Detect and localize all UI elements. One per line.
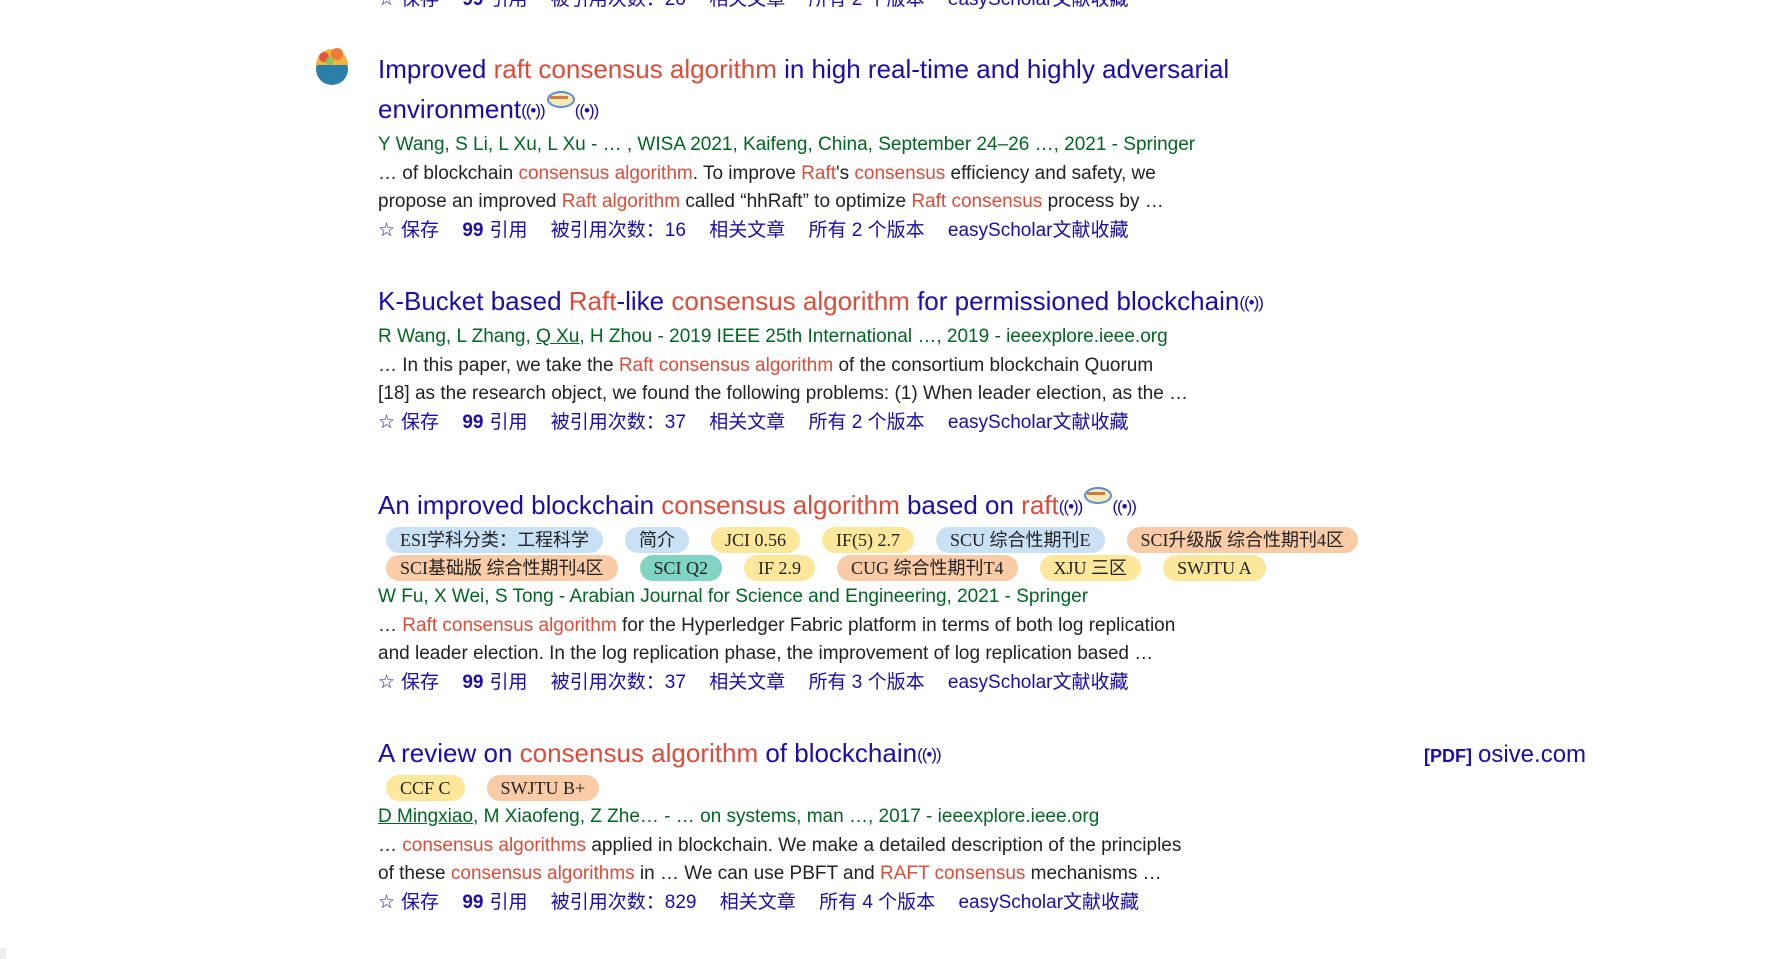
cited-by-link[interactable]: 被引用次数：37	[551, 672, 686, 693]
radio-icon[interactable]: ((•))	[1112, 488, 1137, 526]
journal-badges: ESI学科分类：工程科学 简介 JCI 0.56 IF(5) 2.7 SCU 综合性期刊…	[378, 526, 1608, 582]
result-snippet: … of blockchain consensus algorithm. To …	[378, 163, 1164, 212]
save-button[interactable]: ☆保存	[378, 672, 439, 693]
journal-badges: CCF C SWJTU B+	[378, 774, 1608, 802]
easyscholar-link[interactable]: easyScholar文献收藏	[948, 412, 1129, 433]
scholar-avatar-icon	[316, 48, 348, 85]
star-icon: ☆	[378, 892, 396, 913]
result-authors: D Mingxiao, M Xiaofeng, Z Zhe… - … on sy…	[378, 806, 1100, 827]
star-icon: ☆	[378, 0, 395, 10]
ring-icon[interactable]	[545, 88, 575, 110]
star-icon: ☆	[378, 412, 396, 433]
save-button[interactable]: ☆保存	[378, 220, 439, 241]
scroll-corner	[0, 948, 6, 959]
quote-icon: 99	[462, 892, 484, 913]
result-item: K-Bucket based Raft-like consensus algor…	[378, 282, 1608, 438]
cite-button[interactable]: 99引用	[462, 672, 527, 693]
result-title[interactable]: An improved blockchain consensus algorit…	[378, 484, 1478, 526]
versions-link[interactable]: 所有 3 个版本	[809, 672, 925, 693]
radio-icon[interactable]: ((•))	[1239, 284, 1264, 322]
result-title[interactable]: A review on consensus algorithm of block…	[378, 734, 1278, 774]
result-snippet: … Raft consensus algorithm for the Hyper…	[378, 615, 1176, 664]
related-articles-link[interactable]: 相关文章	[709, 412, 785, 433]
journal-badge: SWJTU B+	[486, 775, 600, 801]
cited-by-link[interactable]: 被引用次数：829	[551, 892, 697, 913]
easyscholar-link[interactable]: easyScholar文献收藏	[948, 220, 1129, 241]
result-actions: ☆ 保存 99 引用 被引用次数：829 相关文章 所有 4 个版本 easySch…	[378, 888, 1608, 918]
related-articles-link[interactable]: 相关文章	[709, 0, 785, 10]
journal-badge: ESI学科分类：工程科学	[386, 527, 603, 553]
cite-button[interactable]: 99引用	[462, 0, 527, 10]
journal-badge: IF 2.9	[744, 555, 816, 581]
ring-icon[interactable]	[1082, 484, 1113, 506]
journal-badge: SWJTU A	[1163, 555, 1266, 581]
radio-icon[interactable]: ((•))	[575, 92, 600, 130]
easyscholar-link[interactable]: easyScholar文献收藏	[948, 672, 1129, 693]
result-authors: Y Wang, S Li, L Xu, L Xu - … , WISA 2021…	[378, 134, 1196, 155]
versions-link[interactable]: 所有 2 个版本	[809, 412, 925, 433]
radio-icon[interactable]: ((•))	[521, 92, 546, 130]
quote-icon: 99	[462, 672, 484, 693]
cite-button[interactable]: 99引用	[462, 220, 527, 241]
quote-icon: 99	[462, 0, 483, 10]
result-item: Improved raft consensus algorithm in hig…	[378, 50, 1608, 246]
save-button[interactable]: ☆保存	[378, 412, 439, 433]
journal-badge: SCI Q2	[639, 555, 723, 581]
pdf-tag: [PDF]	[1424, 746, 1472, 766]
star-icon: ☆	[378, 672, 396, 693]
journal-badge: SCI基础版 综合性期刊4区	[386, 555, 618, 581]
versions-link[interactable]: 所有 2 个版本	[809, 0, 925, 10]
cited-by-link[interactable]: 被引用次数：16	[551, 220, 686, 241]
journal-badge[interactable]: 简介	[625, 527, 689, 553]
author-link[interactable]: Q Xu	[536, 326, 579, 347]
quote-icon: 99	[462, 412, 484, 433]
result-actions: ☆ 保存 99 引用 被引用次数：37 相关文章 所有 3 个版本 easyScho…	[378, 668, 1608, 698]
versions-link[interactable]: 所有 4 个版本	[819, 892, 935, 913]
cited-by-link[interactable]: 被引用次数：20	[551, 0, 686, 10]
radio-icon[interactable]: ((•))	[917, 736, 942, 774]
cite-button[interactable]: 99引用	[462, 892, 527, 913]
result-item: An improved blockchain consensus algorit…	[378, 484, 1608, 698]
pdf-link[interactable]: [PDF] osive.com	[1424, 741, 1586, 769]
search-results-page: ☆保存 99引用 被引用次数：20 相关文章 所有 2 个版本 easyScho…	[0, 0, 1787, 959]
result-title[interactable]: Improved raft consensus algorithm in hig…	[378, 50, 1278, 130]
cite-button[interactable]: 99引用	[462, 412, 527, 433]
result-title[interactable]: K-Bucket based Raft-like consensus algor…	[378, 282, 1478, 322]
radio-icon[interactable]: ((•))	[1059, 488, 1084, 526]
easyscholar-link[interactable]: easyScholar文献收藏	[948, 0, 1129, 10]
related-articles-link[interactable]: 相关文章	[720, 892, 796, 913]
star-icon: ☆	[378, 220, 396, 241]
partial-result-actions: ☆保存 99引用 被引用次数：20 相关文章 所有 2 个版本 easyScho…	[378, 0, 1146, 15]
result-actions: ☆ 保存 99 引用 被引用次数：37 相关文章 所有 2 个版本 easyScho…	[378, 408, 1608, 438]
result-actions: ☆ 保存 99 引用 被引用次数：16 相关文章 所有 2 个版本 easyScho…	[378, 216, 1608, 246]
journal-badge: JCI 0.56	[711, 527, 801, 553]
cited-by-link[interactable]: 被引用次数：37	[551, 412, 686, 433]
journal-badge: IF(5) 2.7	[822, 527, 915, 553]
related-articles-link[interactable]: 相关文章	[709, 220, 785, 241]
related-articles-link[interactable]: 相关文章	[709, 672, 785, 693]
result-snippet: … In this paper, we take the Raft consen…	[378, 355, 1189, 404]
pdf-source: osive.com	[1478, 741, 1587, 768]
save-button[interactable]: ☆保存	[378, 892, 439, 913]
journal-badge: SCI升级版 综合性期刊4区	[1126, 527, 1359, 553]
easyscholar-link[interactable]: easyScholar文献收藏	[958, 892, 1139, 913]
save-button[interactable]: ☆保存	[378, 0, 439, 10]
quote-icon: 99	[462, 220, 484, 241]
journal-badge: CUG 综合性期刊T4	[837, 555, 1018, 581]
journal-badge: SCU 综合性期刊E	[936, 527, 1105, 553]
result-authors: W Fu, X Wei, S Tong - Arabian Journal fo…	[378, 586, 1089, 607]
result-authors: R Wang, L Zhang, Q Xu, H Zhou - 2019 IEE…	[378, 326, 1168, 347]
journal-badge: XJU 三区	[1039, 555, 1142, 581]
versions-link[interactable]: 所有 2 个版本	[809, 220, 925, 241]
author-link[interactable]: D Mingxiao	[378, 806, 473, 827]
journal-badge: CCF C	[386, 775, 465, 801]
result-snippet: … consensus algorithms applied in blockc…	[378, 835, 1182, 884]
